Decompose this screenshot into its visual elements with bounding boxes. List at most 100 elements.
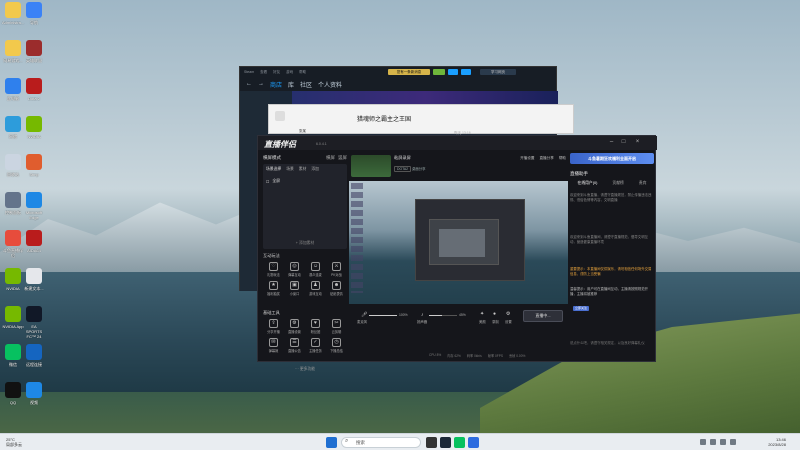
wechat-avatar[interactable] — [275, 111, 285, 121]
scene-tab-1[interactable]: 素材 — [299, 167, 307, 172]
desktop-icon-video[interactable]: 视频 — [23, 382, 45, 405]
taskbar-taskview-icon[interactable] — [426, 437, 437, 448]
desktop-icon-navigate[interactable]: 导航 — [23, 2, 45, 25]
add-source-button[interactable]: + 添加素材 — [263, 241, 347, 246]
steam-tab-profile[interactable]: 个人资料 — [318, 80, 342, 89]
desktop-icon-notes[interactable]: 新建文本... — [23, 268, 45, 291]
close-icon[interactable]: × — [634, 139, 641, 146]
checkbox-icon[interactable]: ☐ — [266, 179, 269, 184]
basic_tools-7[interactable]: ◷ 下播总结 — [326, 338, 347, 353]
basic_tools-3[interactable]: ✂ 云剪辑 — [326, 319, 347, 334]
desktop-icon-tripadvisor[interactable]: 网易游戏... — [2, 40, 24, 63]
desktop-icon-wechat[interactable]: 微信 — [2, 344, 24, 367]
desktop-icon-64-app[interactable]: AIDA64 — [23, 230, 45, 253]
steam-user-button[interactable]: 学习网页 — [480, 69, 516, 75]
desktop-icon-network[interactable]: 网络 — [2, 116, 24, 139]
go-live-button[interactable]: 直播中... — [523, 310, 563, 322]
basic_tools-1[interactable]: ⚙ 直播设置 — [284, 319, 305, 334]
more-features-button[interactable]: ··· 更多功能 — [263, 367, 347, 372]
taskbar-clock[interactable]: 13:46 2023/8/28 — [768, 437, 786, 447]
steam-menu-3[interactable]: 游戏 — [286, 70, 293, 75]
source-tool-2[interactable]: 帮助 — [559, 156, 566, 161]
scene-tab-2[interactable]: 添加 — [311, 167, 319, 172]
tray-network-icon[interactable] — [710, 439, 716, 445]
live-assistant-window[interactable]: 直播伴侣 6.0.4.1 – □ × 横屏模式 横屏 竖屏 场景选择 场景 素材… — [257, 135, 657, 371]
desktop-icon-control-panel[interactable]: 控制面板 — [2, 192, 24, 215]
desktop-icon-ea-sports[interactable]: EA SPORTS FC™ 24 — [23, 306, 45, 339]
beauty-icon[interactable]: ✦ — [480, 311, 484, 317]
maximize-icon[interactable]: □ — [620, 139, 627, 146]
mode-select[interactable]: 横屏模式 — [263, 155, 281, 161]
chat-input[interactable]: 说点什么吧，请遵守相关规定，以及良好弹幕礼仪 — [570, 341, 652, 346]
steam-mail-button[interactable] — [461, 69, 471, 75]
mode-portrait[interactable]: 竖屏 — [338, 155, 347, 161]
taskbar-steam-icon[interactable] — [440, 437, 451, 448]
steam-tab-community[interactable]: 社区 — [300, 80, 312, 89]
steam-notify-button[interactable]: 您有一条新消息 — [388, 69, 430, 75]
record-icon[interactable]: ● — [493, 311, 496, 317]
basic_tools-2[interactable]: ♥ 粉丝团 — [305, 319, 326, 334]
desktop-icon-nvidia-app[interactable]: NVIDIA App — [2, 306, 24, 329]
steam-friends-button[interactable] — [433, 69, 445, 75]
promo-banner[interactable]: 斗鱼暑期狂欢福利全面开启 — [570, 153, 654, 164]
source-tool-1[interactable]: 直播分享 — [539, 156, 553, 161]
tab-vip[interactable]: 贵宾 — [639, 181, 647, 186]
minimize-icon[interactable]: – — [608, 139, 615, 146]
interact_tools-1[interactable]: ◎ 弹幕互动 — [284, 262, 305, 277]
taskbar-wechat-icon[interactable] — [454, 437, 465, 448]
basic_tools-0[interactable]: ⇪ 分享开播 — [263, 319, 284, 334]
interact_tools-7[interactable]: ☻ 贴纸表情 — [326, 281, 347, 296]
desktop-icon-nvidia-2[interactable]: NVIDIA — [2, 268, 24, 291]
interact_tools-2[interactable]: ☺ 观众连麦 — [305, 262, 326, 277]
mic-icon[interactable]: 🎤︎ — [361, 312, 367, 318]
basic_tools-5[interactable]: ☰ 直播公告 — [284, 338, 305, 353]
interact_tools-6[interactable]: ♟ 游戏互动 — [305, 281, 326, 296]
basic_tools-6[interactable]: ✓ 主播任务 — [305, 338, 326, 353]
start-icon[interactable] — [326, 437, 337, 448]
desktop-icon-qq[interactable]: QQ — [2, 382, 24, 405]
tray-battery-icon[interactable] — [730, 439, 736, 445]
scene-tab-0[interactable]: 场景 — [286, 167, 294, 172]
wechat-window[interactable]: 猎魂师之霸主之王国 张某 昨天 13:16 — [268, 104, 574, 135]
interact_tools-4[interactable]: ★ 福利抽奖 — [263, 281, 284, 296]
desktop-icon-umbrella[interactable]: Stmp — [23, 154, 45, 177]
taskbar-search[interactable]: 搜索 — [341, 437, 421, 448]
basic_tools-4[interactable]: ✉ 弹幕姬 — [263, 338, 284, 353]
settings-label[interactable]: 设置 — [505, 319, 512, 324]
steam-tab-store[interactable]: 商店 — [270, 80, 282, 89]
source-tool-0[interactable]: 开播设置 — [520, 156, 534, 161]
steam-back-icon[interactable]: ← — [246, 81, 252, 87]
desktop-icon-remote[interactable]: 远程连接 — [23, 344, 45, 367]
speaker-icon[interactable]: ♪ — [421, 312, 424, 318]
source-thumbnail[interactable] — [351, 155, 391, 177]
desktop-icon-folder[interactable]: Administra... — [2, 2, 24, 25]
scene-item[interactable]: ☐ 全屏 — [266, 179, 344, 184]
wechat-contact[interactable]: 张某 — [299, 129, 306, 134]
steam-chat-button[interactable] — [448, 69, 458, 75]
gear-icon[interactable]: ⚙ — [506, 311, 510, 317]
desktop-icon-game-red[interactable]: 英雄联盟 — [23, 40, 45, 63]
desktop-icon-edge-browser[interactable]: Microsoft Edge — [23, 192, 45, 220]
steam-menu-4[interactable]: 帮助 — [299, 70, 306, 75]
steam-menu-1[interactable]: 查看 — [260, 70, 267, 75]
record-label[interactable]: 录制 — [492, 319, 499, 324]
desktop-icon-nvidia[interactable]: NVIDIA — [23, 116, 45, 139]
tab-contribution[interactable]: 贡献榜 — [612, 181, 623, 186]
steam-tab-library[interactable]: 库 — [288, 80, 294, 89]
desktop-icon-live-assistant[interactable]: 斗鱼直播伴侣 — [2, 230, 24, 258]
mic-slider[interactable] — [369, 315, 397, 316]
weather-widget[interactable]: 25°C 局部多云 — [6, 437, 22, 447]
mode-landscape[interactable]: 横屏 — [326, 155, 335, 161]
steam-forward-icon[interactable]: → — [258, 81, 264, 87]
speaker-slider[interactable] — [429, 315, 457, 316]
interact_tools-5[interactable]: ▣ 小窗口 — [284, 281, 305, 296]
tray-volume-icon[interactable] — [720, 439, 726, 445]
live-preview[interactable] — [349, 181, 568, 304]
interact_tools-3[interactable]: ⚔ PK对战 — [326, 262, 347, 277]
follow-button[interactable]: 立即关注 — [573, 306, 589, 311]
taskbar-live-icon[interactable] — [468, 437, 479, 448]
desktop-icon-recycle[interactable]: 回收站 — [2, 154, 24, 177]
tray-chevron-icon[interactable] — [700, 439, 706, 445]
interact_tools-0[interactable]: ♡ 礼物玩法 — [263, 262, 284, 277]
desktop-icon-dota[interactable]: Dota 2 — [23, 78, 45, 101]
